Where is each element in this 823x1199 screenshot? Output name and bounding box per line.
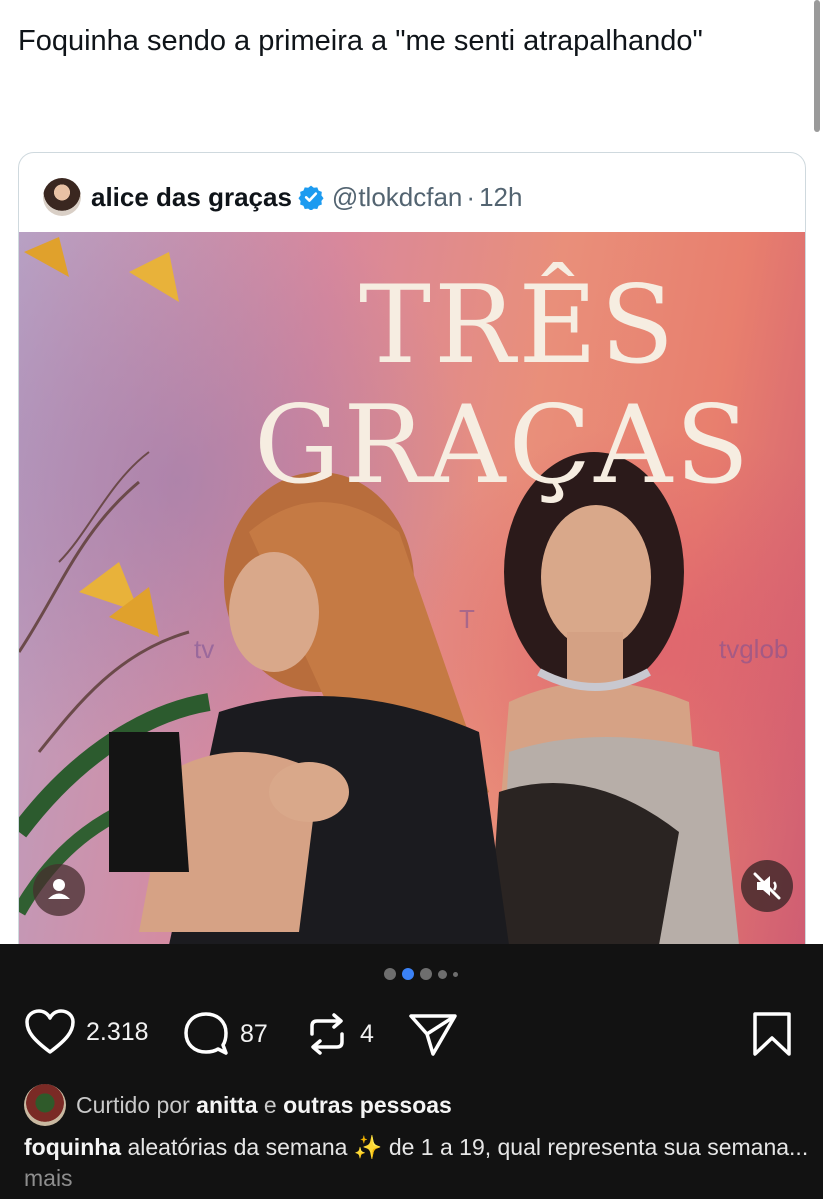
avatar[interactable] <box>43 178 81 216</box>
liked-by-row[interactable]: Curtido por anitta e outras pessoas <box>24 1084 452 1126</box>
separator-dot: · <box>466 181 476 212</box>
watermark-right: tvglob <box>719 634 789 664</box>
bookmark-icon <box>753 1012 791 1056</box>
video-media[interactable]: TRÊS GRAÇAS tv T tvglob <box>19 232 805 945</box>
share-button[interactable] <box>408 1010 458 1058</box>
like-count: 2.318 <box>86 1017 149 1046</box>
repost-count: 4 <box>360 1019 374 1048</box>
bookmark-button[interactable] <box>750 1010 794 1058</box>
verified-icon <box>298 185 324 210</box>
show-title-line1: TRÊS <box>359 263 678 388</box>
caption-user[interactable]: foquinha <box>24 1134 121 1160</box>
liked-by-user[interactable]: anitta <box>196 1092 257 1119</box>
carousel-dot <box>420 968 432 980</box>
carousel-dot <box>438 969 447 979</box>
carousel-indicator[interactable] <box>384 968 458 980</box>
author-name[interactable]: alice das graças <box>91 182 292 213</box>
heart-icon <box>25 1009 75 1054</box>
quoted-tweet-header: alice das graças @tlokdcfan · 12h <box>43 177 522 217</box>
tweet-text: Foquinha sendo a primeira a "me senti at… <box>18 25 703 57</box>
watermark-mid: T <box>459 604 475 634</box>
liked-by-prefix: Curtido por <box>76 1091 190 1118</box>
instagram-post-footer: 2.318 87 4 Curtido por anitta e outras p… <box>0 944 823 1199</box>
liked-by-conj: e <box>263 1091 277 1118</box>
comment-icon <box>184 1012 228 1055</box>
repost-button[interactable]: 4 <box>304 1010 374 1058</box>
show-title-line2: GRAÇAS <box>254 383 753 508</box>
caption-more-link[interactable]: mais <box>24 1165 73 1191</box>
scroll-indicator[interactable] <box>814 0 820 132</box>
woman-right <box>489 452 739 945</box>
timestamp[interactable]: 12h <box>479 182 522 213</box>
liked-by-avatar[interactable] <box>24 1084 66 1126</box>
person-icon <box>48 879 70 899</box>
comment-button[interactable]: 87 <box>182 1010 268 1058</box>
quoted-tweet[interactable]: alice das graças @tlokdcfan · 12h TRÊS G… <box>18 152 806 972</box>
comment-count: 87 <box>240 1019 268 1048</box>
author-handle[interactable]: @tlokdcfan <box>332 182 462 213</box>
watermark-left: tv <box>194 634 215 664</box>
tag-people-button[interactable] <box>33 864 85 916</box>
carousel-dot <box>453 971 458 977</box>
post-caption: foquinha aleatórias da semana ✨ de 1 a 1… <box>24 1132 814 1194</box>
carousel-dot <box>384 968 396 980</box>
like-button[interactable]: 2.318 <box>24 1008 149 1056</box>
carousel-dot <box>402 968 414 980</box>
muted-speaker-icon <box>753 872 781 900</box>
mute-button[interactable] <box>741 860 793 912</box>
share-icon <box>409 1014 457 1056</box>
liked-by-others[interactable]: outras pessoas <box>283 1092 452 1119</box>
repost-icon <box>310 1013 344 1055</box>
caption-text: aleatórias da semana ✨ de 1 a 19, qual r… <box>127 1134 809 1160</box>
